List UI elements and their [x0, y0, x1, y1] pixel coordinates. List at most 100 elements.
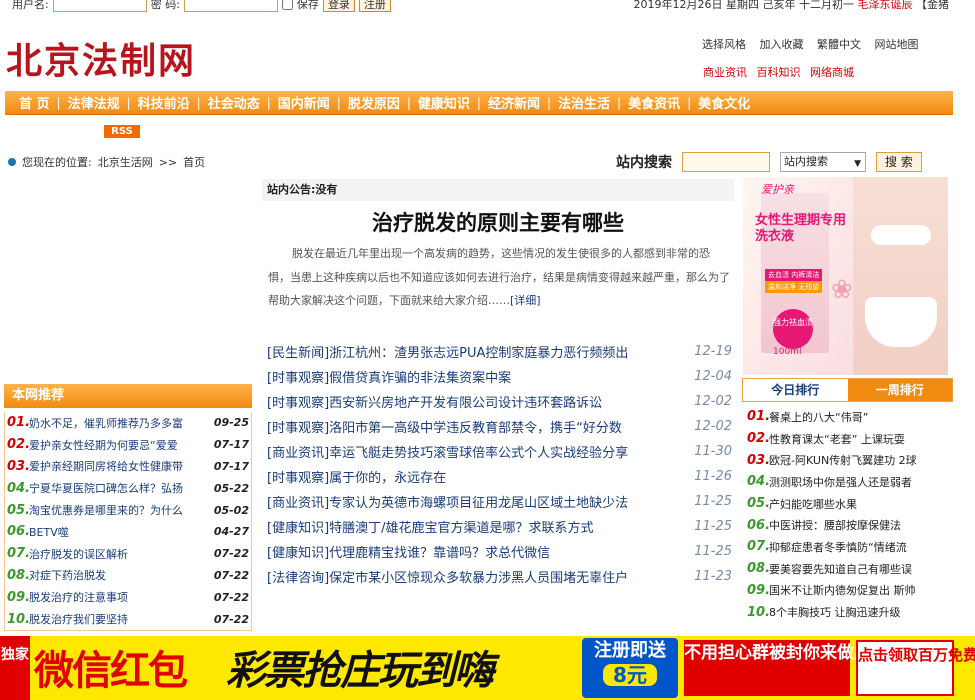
recommend-title-text[interactable]: 对症下药治脱发	[29, 567, 210, 583]
news-title[interactable]: [商业资讯]幸运飞艇走势技巧滚雪球倍率公式个人实战经验分享	[267, 442, 628, 461]
header-link-secondary[interactable]: 网络商城	[810, 66, 854, 79]
bottom-banner-ad[interactable]: 独家 微信红包 彩票抢庄玩到嗨 注册即送 8元 不用担心群被封你来做庄做老板 点击…	[0, 636, 975, 700]
ranking-item[interactable]: 09. 国米不让斯内德匆促复出 斯帅	[747, 580, 953, 602]
header-link[interactable]: 网站地图	[875, 38, 919, 51]
nav-item[interactable]: 脱发原因	[348, 93, 400, 112]
nav-item[interactable]: 首 页	[19, 93, 50, 112]
news-item[interactable]: [时事观察]洛阳市第一高级中学违反教育部禁令，携手“好分数 12-02	[267, 414, 732, 439]
ranking-item[interactable]: 08. 要美容要先知道自己有哪些误	[747, 558, 953, 580]
header-link[interactable]: 繁體中文	[817, 38, 861, 51]
ranking-item[interactable]: 03. 欧冠-阿KUN传射飞翼建功 2球	[747, 449, 953, 471]
news-title[interactable]: [法律咨询]保定市某小区惊现众多软暴力涉黑人员围堵无辜住户	[267, 567, 628, 586]
tab-today[interactable]: 今日排行	[743, 379, 848, 401]
recommend-title-text[interactable]: 脱发治疗我们要坚持	[29, 611, 210, 627]
banner-register[interactable]: 注册即送 8元	[582, 638, 678, 698]
recommend-title-text[interactable]: 爱护亲女性经期为何要忌“爱爱	[29, 437, 210, 453]
news-item[interactable]: [民生新闻]浙江杭州：渣男张志远PUA控制家庭暴力恶行频频出 12-19	[267, 339, 732, 364]
recommend-item[interactable]: 01. 奶水不足，催乳师推荐乃多多富 09-25	[7, 412, 249, 434]
header-link-secondary[interactable]: 百科知识	[757, 66, 801, 79]
news-item[interactable]: [时事观察]假借贷真诈骗的非法集资案中案 12-04	[267, 364, 732, 389]
news-item[interactable]: [商业资讯]专家认为英德市海螺项目征用龙尾山区域土地缺少法 11-25	[267, 489, 732, 514]
news-item[interactable]: [时事观察]西安新兴房地产开发有限公司设计违环套路诉讼 12-02	[267, 389, 732, 414]
nav-item[interactable]: 健康知识	[418, 93, 470, 112]
header-link[interactable]: 加入收藏	[760, 38, 804, 51]
header-link[interactable]: 选择风格	[702, 38, 746, 51]
header-link-secondary[interactable]: 商业资讯	[703, 66, 747, 79]
nav-item[interactable]: 美食资讯	[628, 93, 680, 112]
headline-title[interactable]: 治疗脱发的原则主要有哪些	[262, 207, 734, 237]
recommend-item[interactable]: 10. 脱发治疗我们要坚持 07-22	[7, 608, 249, 630]
recommend-item[interactable]: 06. BETV噬 04-27	[7, 521, 249, 543]
news-title[interactable]: [商业资讯]专家认为英德市海螺项目征用龙尾山区域土地缺少法	[267, 492, 628, 511]
rank-title[interactable]: 8个丰胸技巧 让胸迅速升级	[769, 604, 901, 620]
ranking-item[interactable]: 06. 中医讲授：腰部按摩保健法	[747, 514, 953, 536]
rank-title[interactable]: 中医讲授：腰部按摩保健法	[769, 517, 901, 533]
banner-host[interactable]: 不用担心群被封你来做庄做老板	[684, 640, 922, 696]
ranking-item[interactable]: 05. 产妇能吃哪些水果	[747, 493, 953, 515]
news-title[interactable]: [时事观察]西安新兴房地产开发有限公司设计违环套路诉讼	[267, 392, 602, 411]
ranking-item[interactable]: 02. 性教育课太“老套” 上课玩耍	[747, 428, 953, 450]
news-title[interactable]: [健康知识]特膳澳丁/雄花鹿宝官方渠道是哪？求联系方式	[267, 517, 594, 536]
read-more-link[interactable]: [详细]	[510, 294, 541, 307]
recommend-title-text[interactable]: BETV噬	[29, 524, 210, 540]
recommend-item[interactable]: 02. 爱护亲女性经期为何要忌“爱爱 07-17	[7, 434, 249, 456]
rank-title[interactable]: 性教育课太“老套” 上课玩耍	[769, 431, 905, 447]
search-button[interactable]: 搜 索	[876, 152, 922, 172]
rank-title[interactable]: 产妇能吃哪些水果	[769, 496, 857, 512]
recommend-title-text[interactable]: 宁夏华夏医院口碑怎么样？弘扬	[29, 480, 210, 496]
ranking-item[interactable]: 04. 测测职场中你是强人还是弱者	[747, 471, 953, 493]
news-title[interactable]: [时事观察]属于你的，永远存在	[267, 467, 446, 486]
news-title[interactable]: [健康知识]代理鹿精宝找谁？靠谱吗？求总代微信	[267, 542, 550, 561]
recommend-item[interactable]: 07. 治疗脱发的误区解析 07-22	[7, 543, 249, 565]
news-item[interactable]: [商业资讯]幸运飞艇走势技巧滚雪球倍率公式个人实战经验分享 11-30	[267, 439, 732, 464]
news-item[interactable]: [健康知识]特膳澳丁/雄花鹿宝官方渠道是哪？求联系方式 11-25	[267, 514, 732, 539]
register-button[interactable]: 注册	[358, 0, 391, 12]
nav-item[interactable]: 经济新闻	[488, 93, 540, 112]
recommend-title-text[interactable]: 奶水不足，催乳师推荐乃多多富	[29, 415, 210, 431]
news-item[interactable]: [法律咨询]保定市某小区惊现众多软暴力涉黑人员围堵无辜住户 11-23	[267, 564, 732, 589]
news-item[interactable]: [健康知识]代理鹿精宝找谁？靠谱吗？求总代微信 11-25	[267, 539, 732, 564]
recommend-item[interactable]: 05. 淘宝优惠券是哪里来的？为什么 05-02	[7, 499, 249, 521]
ranking-item[interactable]: 01. 餐桌上的八大“伟哥”	[747, 406, 953, 428]
product-ad[interactable]: 爱护亲 女性生理期专用洗衣液 去血渍 内裤清洁 温和洁净 无残留 强力祛血渍 1…	[743, 177, 948, 375]
garment-bottom	[865, 297, 937, 347]
login-button[interactable]: 登录	[322, 0, 355, 12]
ranking-item[interactable]: 07. 抑郁症患者冬季慎防“情绪流	[747, 536, 953, 558]
news-title[interactable]: [时事观察]假借贷真诈骗的非法集资案中案	[267, 367, 511, 386]
nav-item[interactable]: 社会动态	[208, 93, 260, 112]
recommend-item[interactable]: 04. 宁夏华夏医院口碑怎么样？弘扬 05-22	[7, 477, 249, 499]
recommend-title-text[interactable]: 淘宝优惠券是哪里来的？为什么	[29, 502, 210, 518]
nav-item[interactable]: 科技前沿	[138, 93, 190, 112]
nav-item[interactable]: 法治生活	[558, 93, 610, 112]
rank-title[interactable]: 餐桌上的八大“伟哥”	[769, 409, 868, 425]
rank-title[interactable]: 欧冠-阿KUN传射飞翼建功 2球	[769, 452, 917, 468]
recommend-title-text[interactable]: 治疗脱发的误区解析	[29, 546, 210, 562]
rss-icon[interactable]: RSS	[104, 125, 140, 138]
news-title[interactable]: [时事观察]洛阳市第一高级中学违反教育部禁令，携手“好分数	[267, 417, 622, 436]
rank-title[interactable]: 国米不让斯内德匆促复出 斯帅	[769, 582, 916, 598]
rank-title[interactable]: 测测职场中你是强人还是弱者	[769, 474, 912, 490]
nav-item[interactable]: 国内新闻	[278, 93, 330, 112]
recommend-item[interactable]: 03. 爱护亲经期同房将给女性健康带 07-17	[7, 456, 249, 478]
nav-item[interactable]: 美食文化	[698, 93, 750, 112]
ranking-item[interactable]: 10. 8个丰胸技巧 让胸迅速升级	[747, 601, 953, 623]
banner-claim-button[interactable]: 点击领取百万免费红包	[856, 640, 975, 696]
news-title[interactable]: [民生新闻]浙江杭州：渣男张志远PUA控制家庭暴力恶行频频出	[267, 342, 628, 361]
remember-checkbox[interactable]	[281, 0, 293, 10]
breadcrumb-current[interactable]: 首页	[183, 154, 205, 170]
username-input[interactable]	[52, 0, 147, 12]
recommend-title-text[interactable]: 脱发治疗的注意事项	[29, 589, 210, 605]
password-input[interactable]	[183, 0, 278, 12]
recommend-title-text[interactable]: 爱护亲经期同房将给女性健康带	[29, 458, 210, 474]
recommend-item[interactable]: 09. 脱发治疗的注意事项 07-22	[7, 586, 249, 608]
nav-item[interactable]: 法律法规	[68, 93, 120, 112]
search-scope-select[interactable]: 站内搜索 ▼	[780, 152, 866, 172]
tab-week[interactable]: 一周排行	[847, 379, 952, 401]
site-logo[interactable]: 北京法制网	[6, 32, 196, 84]
breadcrumb-site[interactable]: 北京生活网	[98, 154, 153, 170]
search-input[interactable]	[682, 152, 770, 172]
rank-title[interactable]: 抑郁症患者冬季慎防“情绪流	[769, 539, 907, 555]
rank-title[interactable]: 要美容要先知道自己有哪些误	[769, 561, 912, 577]
news-item[interactable]: [时事观察]属于你的，永远存在 11-26	[267, 464, 732, 489]
recommend-item[interactable]: 08. 对症下药治脱发 07-22	[7, 565, 249, 587]
